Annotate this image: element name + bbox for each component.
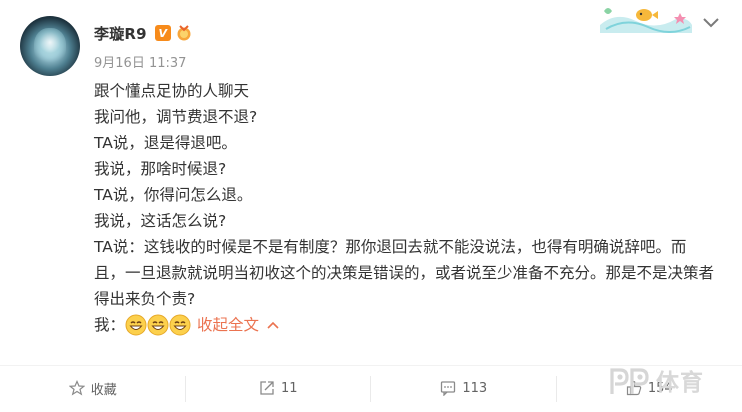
chevron-up-icon: [267, 321, 279, 329]
post-line: TA说，退是得退吧。: [94, 134, 237, 152]
repost-count: 11: [280, 380, 298, 396]
post-paragraph: TA说：这钱收的时候是不是有制度？那你退回去就不能没说法，也得有明确说辞吧。而且…: [94, 238, 715, 308]
author-name[interactable]: 李璇R9: [94, 23, 147, 44]
comment-icon: [441, 381, 456, 396]
medal-badge-icon: [175, 24, 193, 42]
grin-emoji-icon: [147, 314, 169, 336]
post-line: 我说，这话怎么说?: [94, 212, 227, 230]
watermark: 体育: [608, 363, 704, 397]
favorite-button[interactable]: 收藏: [0, 366, 186, 410]
comment-button[interactable]: 113: [371, 366, 557, 410]
verified-badge-icon: V: [154, 25, 171, 41]
repost-icon: [260, 381, 274, 395]
chevron-down-icon[interactable]: [702, 14, 720, 28]
favorite-label: 收藏: [90, 382, 117, 398]
post-timestamp[interactable]: 9月16日 11:37: [94, 52, 186, 71]
post-line: 我说，那啥时候退?: [94, 160, 227, 178]
pp-logo-icon: [610, 368, 649, 394]
grin-emoji-icon: [169, 314, 191, 336]
comment-count: 113: [462, 380, 488, 396]
watermark-text: 体育: [656, 370, 704, 396]
post-line: TA说，你得问怎么退。: [94, 186, 253, 204]
post-line: 我问他，调节费退不退?: [94, 108, 258, 126]
post-content: 跟个懂点足协的人聊天 我问他，调节费退不退? TA说，退是得退吧。 我说，那啥时…: [94, 78, 724, 338]
collapse-text-link[interactable]: 收起全文: [197, 312, 279, 338]
grin-emoji-icon: [125, 314, 147, 336]
star-icon: [68, 380, 85, 396]
repost-button[interactable]: 11: [186, 366, 371, 410]
collapse-text-label: 收起全文: [197, 316, 260, 334]
card-decoration-icon: [596, 3, 694, 33]
post-line: 我：: [94, 316, 126, 334]
post-line: 跟个懂点足协的人聊天: [94, 82, 250, 100]
author-row: 李璇R9 V: [94, 22, 193, 44]
avatar[interactable]: [20, 16, 80, 76]
weibo-post-card: 李璇R9 V 9月16日 11:37 跟个懂点足协的人聊天 我问他，调节费退不退…: [0, 0, 742, 412]
post-last-line: 我： 收起全文: [94, 312, 724, 338]
